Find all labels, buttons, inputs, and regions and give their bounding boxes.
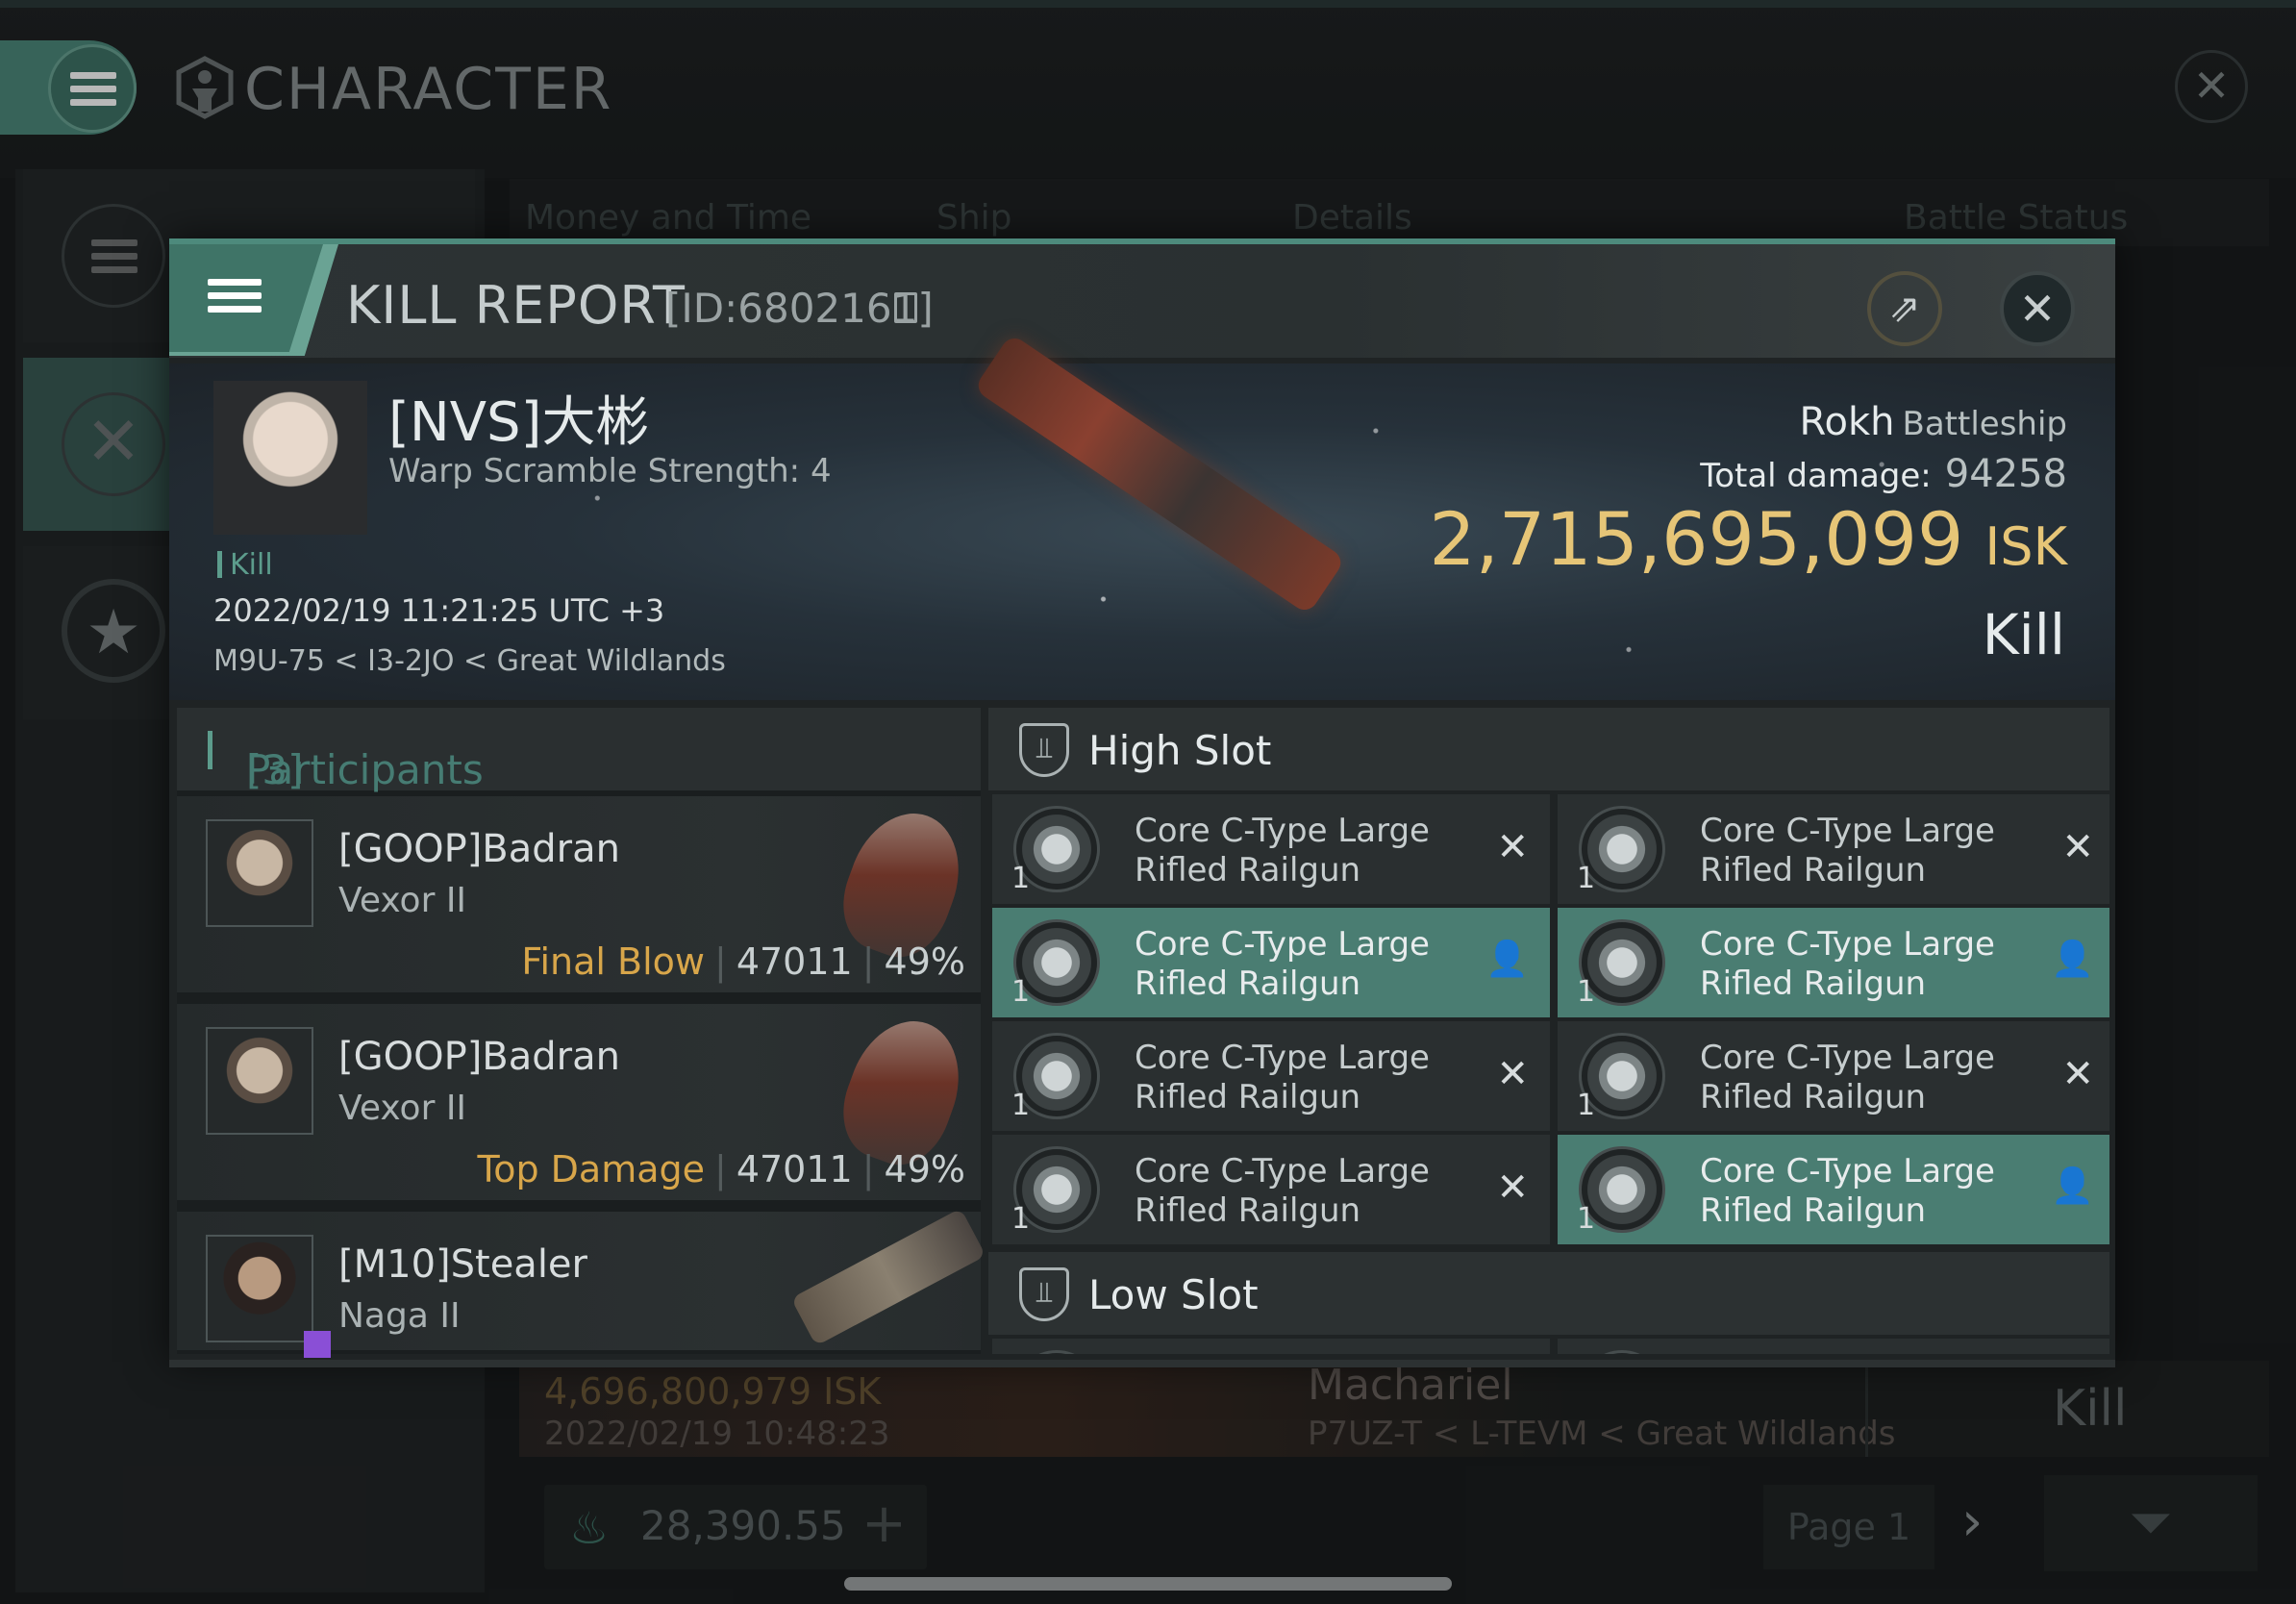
destroyed-icon: ✕: [1496, 1165, 1529, 1210]
ship-name: Rokh: [1799, 400, 1895, 444]
participant-ship: Naga II: [338, 1296, 461, 1336]
module-quantity: 1: [1577, 862, 1596, 895]
module-icon: [1013, 1350, 1100, 1354]
high-slot-header: ⫫ High Slot: [988, 708, 2109, 790]
participant-percent: 49%: [884, 1148, 965, 1190]
module-name: Core C-Type Large Rifled Railgun: [1135, 1039, 1430, 1116]
participant-ship-render: [790, 1208, 986, 1346]
module-quantity: 1: [1011, 975, 1031, 1009]
kill-report-modal: KILL REPORT [ID:6802161] ⇗ ✕ [NVS]大彬 War…: [169, 238, 2115, 1367]
modal-header: KILL REPORT [ID:6802161] ⇗ ✕: [169, 244, 2115, 358]
participants-panel: Participants [3] [GOOP]Badran Vexor II F…: [177, 708, 986, 1358]
copy-icon[interactable]: [894, 292, 917, 323]
participant-role: Final Blow: [521, 940, 706, 983]
warp-scramble-strength: Warp Scramble Strength: 4: [388, 452, 832, 490]
module-name: Core C-Type Large Rifled Railgun: [1135, 925, 1430, 1003]
module-item[interactable]: 1 Core C-Type Large Rifled Railgun ✕: [992, 1135, 1550, 1244]
participant-ship: Vexor II: [338, 881, 467, 920]
module-quantity: 1: [1577, 1089, 1596, 1122]
isk-value: 2,715,695,099 ISK: [1429, 496, 2067, 582]
participant-name: [GOOP]Badran: [338, 827, 620, 871]
victim-location[interactable]: M9U-75 < I3-2JO < Great Wildlands: [213, 644, 726, 678]
victim-ship[interactable]: Rokh Battleship: [1800, 400, 2067, 444]
participant-damage: 47011: [736, 1148, 853, 1190]
module-item[interactable]: 1 Core C-Type Large Rifled Railgun 👤: [1558, 908, 2109, 1017]
module-name: Core C-Type Large Rifled Railgun: [1700, 1039, 1995, 1116]
module-icon: [1579, 1350, 1665, 1354]
low-slot-label: Low Slot: [1088, 1271, 1259, 1318]
close-button[interactable]: ✕: [2000, 271, 2075, 346]
dropped-person-icon: 👤: [1485, 940, 1529, 979]
participant-stats: Top Damage | 47011 | 49%: [477, 1148, 965, 1190]
kill-id: [ID:6802161]: [665, 285, 934, 332]
dropped-person-icon: 👤: [2051, 940, 2094, 979]
module-item[interactable]: 1 Core C-Type Large Rifled Railgun 👤: [1558, 1135, 2109, 1244]
participant-name: [GOOP]Badran: [338, 1035, 620, 1079]
victim-ship-render: [973, 333, 1346, 615]
module-quantity: 1: [1011, 1089, 1031, 1122]
module-name: Core C-Type Large Rifled Railgun: [1700, 812, 1995, 890]
destroyed-icon: ✕: [2061, 825, 2094, 869]
kill-tag: Kill: [217, 548, 273, 582]
fittings-panel: ⫫ High Slot 1 Core C-Type Large Rifled R…: [988, 708, 2109, 1354]
participant-role: Top Damage: [477, 1148, 706, 1190]
isk-unit: ISK: [1984, 516, 2067, 577]
total-damage: Total damage: 94258: [1700, 452, 2067, 496]
victim-datetime: 2022/02/19 11:21:25 UTC +3: [213, 592, 665, 629]
victim-portrait[interactable]: [213, 381, 367, 535]
close-icon: ✕: [2018, 283, 2057, 335]
module-name: Core C-Type Large Rifled Railgun: [1135, 812, 1430, 890]
victim-name[interactable]: [NVS]大彬: [388, 379, 649, 457]
total-damage-label: Total damage:: [1700, 457, 1932, 495]
module-item[interactable]: 1 Core C-Type Large Rifled Railgun ✕: [1558, 794, 2109, 904]
low-slot-icon: ⫫: [1019, 1267, 1069, 1321]
low-slot-header: ⫫ Low Slot: [988, 1252, 2109, 1335]
ship-class: Battleship: [1902, 405, 2067, 443]
module-item-partial[interactable]: [992, 1339, 1550, 1354]
modal-bottom-edge: [169, 1360, 2115, 1367]
participant-stats: Final Blow | 47011 | 49%: [521, 940, 965, 983]
participant-portrait: [206, 819, 313, 927]
total-damage-value: 94258: [1944, 452, 2067, 496]
participant-portrait: [206, 1235, 331, 1358]
module-name: Core C-Type Large Rifled Railgun: [1135, 1152, 1430, 1230]
participant-percent: 49%: [884, 940, 965, 983]
destroyed-icon: ✕: [1496, 825, 1529, 869]
participant-damage: 47011: [736, 940, 853, 983]
module-name: Core C-Type Large Rifled Railgun: [1700, 925, 1995, 1003]
dropped-person-icon: 👤: [2051, 1166, 2094, 1206]
module-quantity: 1: [1011, 1202, 1031, 1236]
module-item[interactable]: 1 Core C-Type Large Rifled Railgun ✕: [1558, 1021, 2109, 1131]
destroyed-icon: ✕: [2061, 1052, 2094, 1096]
participant-ship: Vexor II: [338, 1089, 467, 1128]
participant-row[interactable]: [GOOP]Badran Vexor II Final Blow | 47011 | 4…: [177, 796, 981, 996]
participant-name: [M10]Stealer: [338, 1242, 587, 1287]
module-item[interactable]: 1 Core C-Type Large Rifled Railgun ✕: [992, 1021, 1550, 1131]
participant-portrait: [206, 1027, 313, 1135]
destroyed-icon: ✕: [1496, 1052, 1529, 1096]
module-name: Core C-Type Large Rifled Railgun: [1700, 1152, 1995, 1230]
isk-amount: 2,715,695,099: [1429, 496, 1964, 582]
external-link-icon: ⇗: [1888, 287, 1921, 331]
modal-title: KILL REPORT: [346, 275, 686, 336]
module-quantity: 1: [1577, 975, 1596, 1009]
hamburger-icon: [208, 279, 262, 313]
module-quantity: 1: [1577, 1202, 1596, 1236]
module-item[interactable]: 1 Core C-Type Large Rifled Railgun ✕: [992, 794, 1550, 904]
participant-row[interactable]: [GOOP]Badran Vexor II Top Damage | 47011 | 4…: [177, 1004, 981, 1204]
module-item[interactable]: 1 Core C-Type Large Rifled Railgun 👤: [992, 908, 1550, 1017]
high-slot-icon: ⫫: [1019, 723, 1069, 777]
participants-header: Participants [3]: [177, 708, 981, 793]
high-slot-label: High Slot: [1088, 727, 1272, 774]
participant-row[interactable]: [M10]Stealer Naga II: [177, 1208, 986, 1358]
kill-result: Kill: [1982, 602, 2065, 667]
victim-panel: [NVS]大彬 Warp Scramble Strength: 4 Kill 2…: [169, 333, 2115, 700]
participants-count: [3]: [246, 746, 304, 793]
module-item-partial[interactable]: [1558, 1339, 2109, 1354]
role-badge-icon: [304, 1331, 331, 1358]
module-quantity: 1: [1011, 862, 1031, 895]
share-button[interactable]: ⇗: [1867, 271, 1942, 346]
